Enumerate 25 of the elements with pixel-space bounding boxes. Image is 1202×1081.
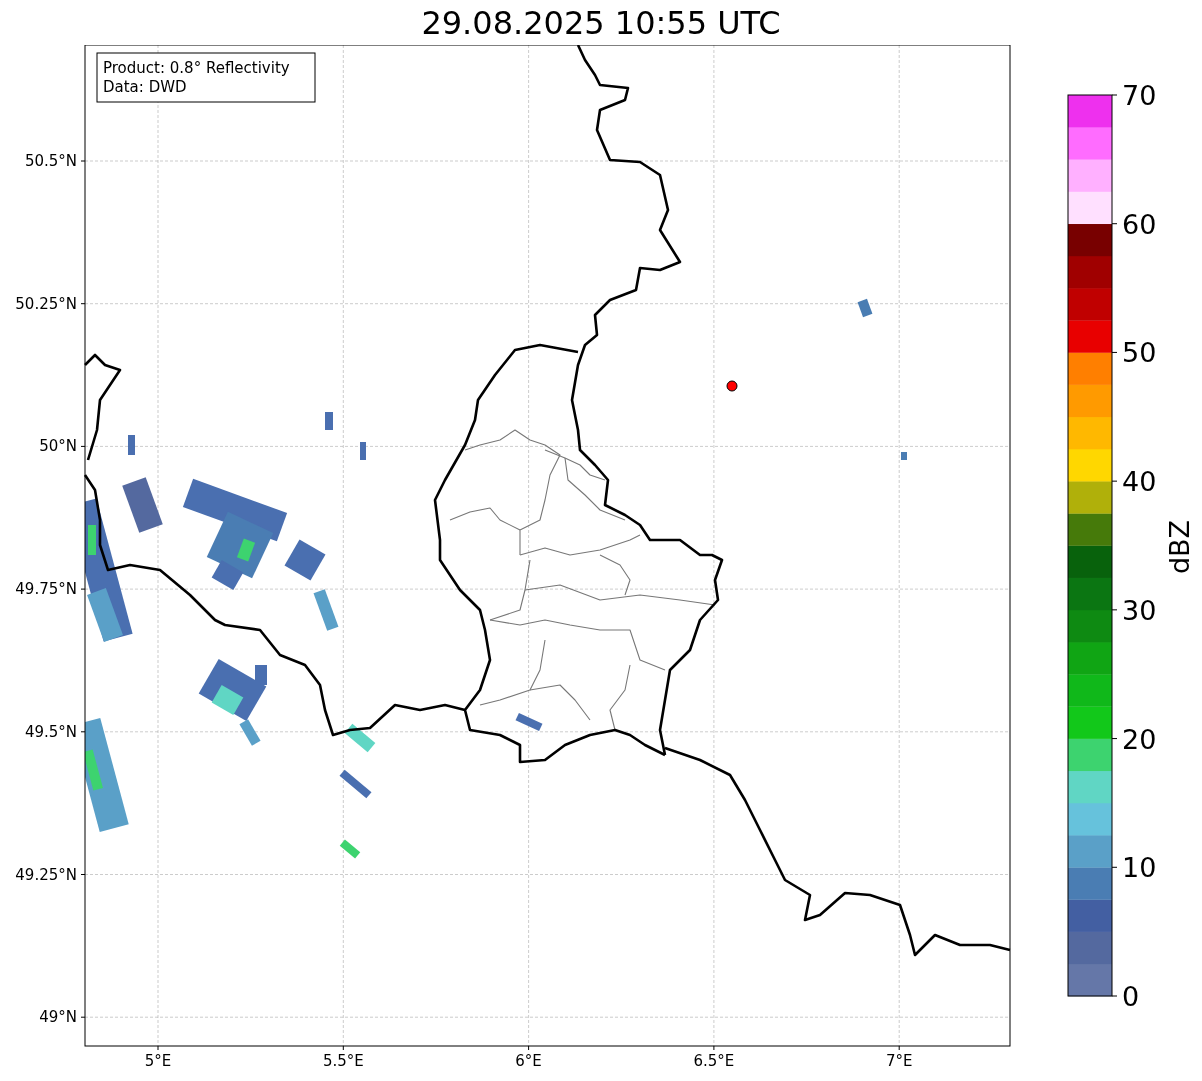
longitude-label: 5°E [144, 1052, 172, 1070]
latitude-label: 50°N [39, 437, 77, 456]
latitude-label: 49.25°N [15, 865, 77, 884]
station-marker [726, 380, 738, 392]
longitude-label: 6°E [515, 1052, 542, 1070]
longitude-label: 5.5°E [322, 1052, 364, 1070]
colorbar-tick-label: 50 [1122, 337, 1157, 369]
chart-title: 29.08.2025 10:55 UTC [421, 3, 781, 42]
latitude-label: 49.75°N [15, 580, 77, 599]
colorbar-tick-label: 30 [1122, 594, 1157, 626]
colorbar-tick-label: 60 [1122, 208, 1157, 240]
colorbar-tick-label: 70 [1122, 80, 1157, 111]
info-text: Data: DWD [103, 78, 187, 96]
info-text: Product: 0.8° Reflectivity [103, 59, 290, 77]
colorbar-tick-label: 40 [1122, 466, 1157, 498]
latitude-label: 50.5°N [24, 152, 77, 170]
colorbar-tick-label: 10 [1122, 852, 1157, 884]
colorbar-tick-label: 0 [1122, 981, 1140, 1012]
latitude-label: 50.25°N [15, 294, 77, 313]
latitude-label: 49°N [39, 1008, 77, 1027]
latitude-label: 49.5°N [24, 722, 77, 741]
longitude-label: 6.5°E [693, 1052, 735, 1070]
longitude-label: 7°E [885, 1052, 913, 1070]
colorbar-tick-label: 20 [1122, 723, 1157, 755]
colorbar-label: dBZ [1164, 519, 1195, 575]
